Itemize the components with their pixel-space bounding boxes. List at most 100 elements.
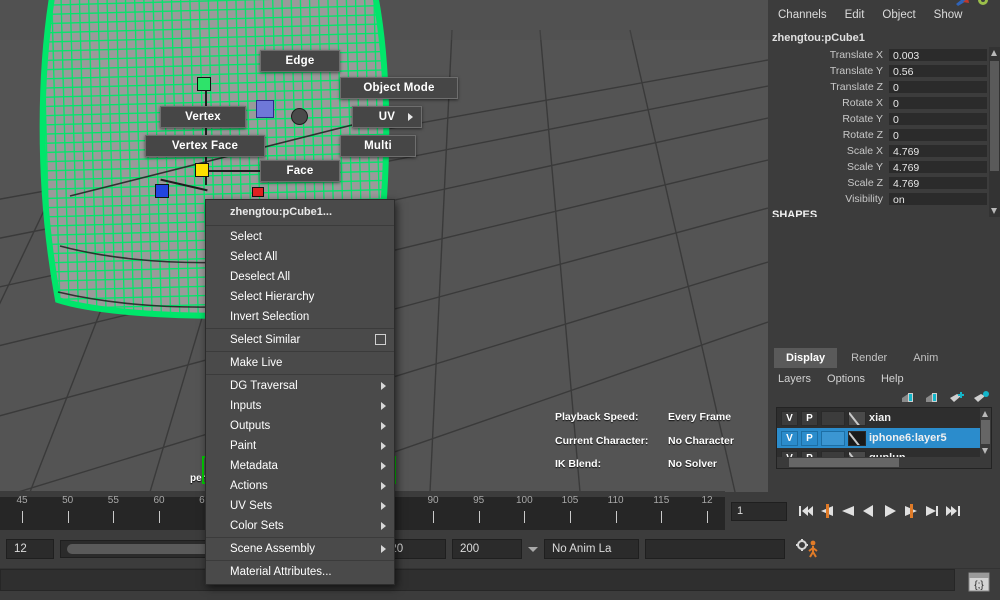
channel-value[interactable]: 0: [888, 128, 988, 142]
transport-buttons[interactable]: [797, 501, 962, 521]
layer-name[interactable]: xian: [869, 412, 891, 424]
play-forwards-icon[interactable]: [881, 501, 899, 521]
channel-row-rotate-y[interactable]: Rotate Y 0: [768, 111, 988, 127]
marking-menu-item-face[interactable]: Face: [260, 160, 340, 182]
go-to-start-icon[interactable]: [797, 501, 815, 521]
channel-row-translate-y[interactable]: Translate Y 0.56: [768, 63, 988, 79]
layer-row-iphone6-layer5[interactable]: V P iphone6:layer5: [777, 428, 991, 448]
layer-list-vertical-scrollbar[interactable]: [980, 408, 991, 457]
scroll-up-icon[interactable]: [989, 47, 1000, 59]
layer-type-toggle[interactable]: [821, 431, 845, 446]
range-start-field[interactable]: 12: [6, 539, 54, 559]
step-forward-frame-icon[interactable]: [902, 501, 920, 521]
channel-value[interactable]: 4.769: [888, 144, 988, 158]
menu-item-select-hierarchy[interactable]: Select Hierarchy: [206, 287, 394, 307]
channel-row-rotate-z[interactable]: Rotate Z 0: [768, 127, 988, 143]
layer-visibility-toggle[interactable]: V: [781, 411, 798, 426]
menu-item-make-live[interactable]: Make Live: [206, 353, 394, 373]
menu-edit[interactable]: Edit: [845, 9, 865, 21]
channel-row-scale-z[interactable]: Scale Z 4.769: [768, 175, 988, 191]
menu-item-uv-sets[interactable]: UV Sets: [206, 496, 394, 516]
menu-item-deselect-all[interactable]: Deselect All: [206, 267, 394, 287]
menu-item-color-sets[interactable]: Color Sets: [206, 516, 394, 536]
menu-item-select-all[interactable]: Select All: [206, 247, 394, 267]
range-slider-bar[interactable]: 12 120 200 No Anim La: [0, 530, 1000, 568]
layer-visibility-toggle[interactable]: V: [781, 431, 798, 446]
chevron-down-icon[interactable]: [528, 547, 538, 552]
menu-item-inputs[interactable]: Inputs: [206, 396, 394, 416]
menu-item-select[interactable]: Select: [206, 227, 394, 247]
channel-row-scale-y[interactable]: Scale Y 4.769: [768, 159, 988, 175]
layer-playback-toggle[interactable]: P: [801, 411, 818, 426]
layer-name[interactable]: iphone6:layer5: [869, 432, 947, 444]
current-frame-field[interactable]: 1: [731, 502, 787, 521]
manipulator-handle-z[interactable]: [155, 184, 169, 198]
menu-help[interactable]: Help: [881, 373, 904, 385]
channel-value[interactable]: 0: [888, 80, 988, 94]
scrollbar-thumb[interactable]: [789, 458, 899, 467]
playback-transport[interactable]: 1: [725, 492, 1000, 530]
go-to-end-icon[interactable]: [944, 501, 962, 521]
channel-box-scrollbar[interactable]: [989, 47, 1000, 217]
move-layer-down-icon[interactable]: [926, 391, 942, 404]
layer-row-xian[interactable]: V P xian: [777, 408, 991, 428]
layer-editor-tabs[interactable]: Display Render Anim: [768, 348, 1000, 368]
scroll-up-icon[interactable]: [980, 408, 991, 420]
manipulator-rotate-icon[interactable]: [291, 108, 308, 125]
channel-value[interactable]: 4.769: [888, 160, 988, 174]
command-line-input[interactable]: [0, 569, 955, 591]
channel-value[interactable]: 0.56: [888, 64, 988, 78]
layer-color-swatch[interactable]: [848, 431, 866, 446]
play-backwards-icon[interactable]: [860, 501, 878, 521]
tab-display[interactable]: Display: [774, 348, 837, 368]
object-context-menu[interactable]: zhengtou:pCube1... Select Select All Des…: [205, 199, 395, 585]
color-wheel-icon[interactable]: [976, 0, 990, 6]
manipulator-handle-y[interactable]: [197, 77, 211, 91]
menu-item-actions[interactable]: Actions: [206, 476, 394, 496]
menu-item-invert-selection[interactable]: Invert Selection: [206, 307, 394, 327]
manipulator-handle-center[interactable]: [195, 163, 209, 177]
layer-playback-toggle[interactable]: P: [801, 431, 818, 446]
menu-object[interactable]: Object: [882, 9, 915, 21]
character-set-field[interactable]: [645, 539, 785, 559]
step-back-frame-icon[interactable]: [839, 501, 857, 521]
menu-show[interactable]: Show: [934, 9, 963, 21]
manipulator-cube-icon[interactable]: [256, 100, 274, 118]
marking-menu-item-uv[interactable]: UV: [352, 106, 422, 128]
layer-list-horizontal-scrollbar[interactable]: [777, 457, 991, 468]
channel-value[interactable]: 0: [888, 96, 988, 110]
option-box-icon[interactable]: [375, 334, 386, 345]
menu-item-paint[interactable]: Paint: [206, 436, 394, 456]
menu-item-scene-assembly[interactable]: Scene Assembly: [206, 539, 394, 559]
channel-row-rotate-x[interactable]: Rotate X 0: [768, 95, 988, 111]
move-layer-up-icon[interactable]: [902, 391, 918, 404]
channel-value[interactable]: 0: [888, 112, 988, 126]
step-forward-keyframe-icon[interactable]: [923, 501, 941, 521]
scrollbar-thumb[interactable]: [990, 61, 999, 171]
menu-item-select-similar[interactable]: Select Similar: [206, 330, 394, 350]
tab-anim[interactable]: Anim: [901, 348, 950, 368]
anim-layer-dropdown[interactable]: No Anim La: [544, 539, 639, 559]
menu-item-outputs[interactable]: Outputs: [206, 416, 394, 436]
playback-end-field[interactable]: 200: [452, 539, 522, 559]
marking-menu-item-multi[interactable]: Multi: [340, 135, 416, 157]
layer-color-swatch[interactable]: [848, 411, 866, 426]
attribute-editor-icon[interactable]: [954, 0, 970, 6]
channel-row-translate-x[interactable]: Translate X 0.003: [768, 47, 988, 63]
marking-menu-item-vertex-face[interactable]: Vertex Face: [145, 135, 265, 157]
menu-layers[interactable]: Layers: [778, 373, 811, 385]
menu-options[interactable]: Options: [827, 373, 865, 385]
channel-box[interactable]: Translate X 0.003 Translate Y 0.56 Trans…: [768, 47, 1000, 217]
new-layer-icon[interactable]: [950, 391, 966, 404]
script-editor-icon[interactable]: {;}: [968, 572, 990, 592]
step-back-keyframe-icon[interactable]: [818, 501, 836, 521]
channel-box-menubar[interactable]: Channels Edit Object Show: [768, 0, 1000, 30]
channel-row-visibility[interactable]: Visibility on: [768, 191, 988, 207]
menu-item-dg-traversal[interactable]: DG Traversal: [206, 376, 394, 396]
channel-row-translate-z[interactable]: Translate Z 0: [768, 79, 988, 95]
new-layer-from-selected-icon[interactable]: [974, 391, 990, 404]
channel-row-scale-x[interactable]: Scale X 4.769: [768, 143, 988, 159]
marking-menu-item-edge[interactable]: Edge: [260, 50, 340, 72]
layer-list[interactable]: V P xian V P iphone6:layer5 V P: [776, 407, 992, 469]
menu-channels[interactable]: Channels: [778, 9, 827, 21]
